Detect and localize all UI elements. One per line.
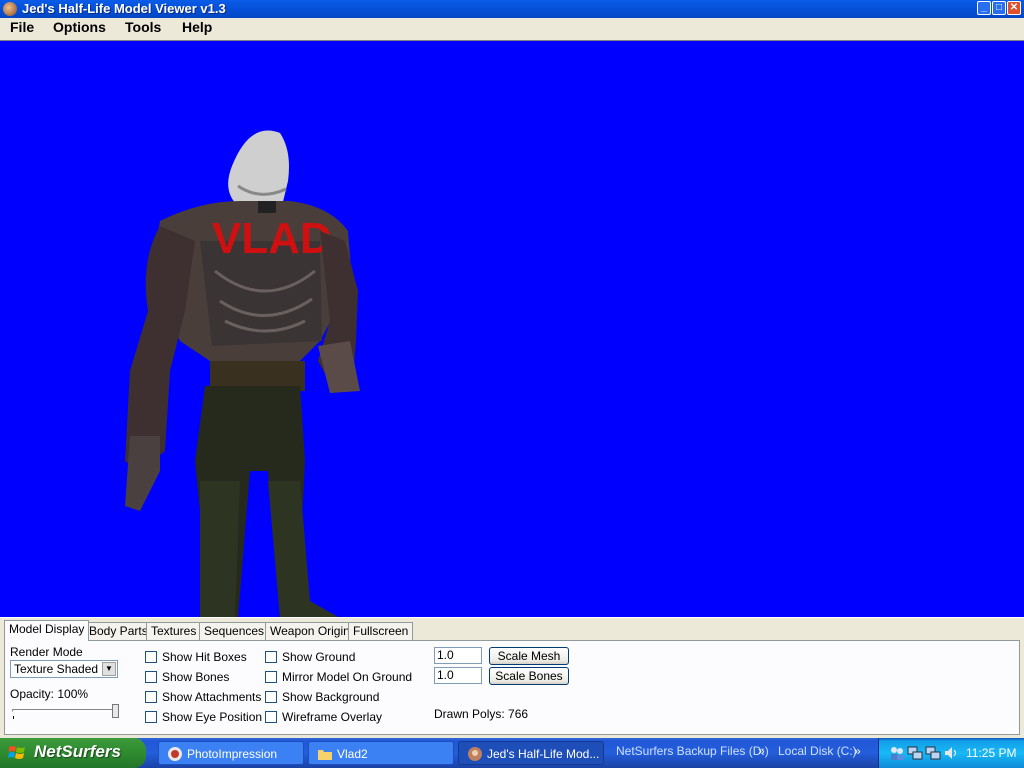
- menu-file[interactable]: File: [10, 19, 34, 35]
- title-bar[interactable]: Jed's Half-Life Model Viewer v1.3 _ □ ✕: [0, 0, 1024, 18]
- show-ground-checkbox[interactable]: [265, 651, 277, 663]
- show-bones-label: Show Bones: [162, 670, 230, 684]
- scale-mesh-button[interactable]: Scale Mesh: [489, 647, 569, 665]
- mirror-model-checkbox[interactable]: [265, 671, 277, 683]
- task-label: PhotoImpression: [187, 747, 278, 761]
- tab-sequences[interactable]: Sequences: [199, 622, 270, 640]
- menu-bar: File Options Tools Help: [0, 18, 1024, 38]
- window-title: Jed's Half-Life Model Viewer v1.3: [22, 1, 226, 16]
- show-hit-boxes-checkbox[interactable]: [145, 651, 157, 663]
- chevron-right-icon[interactable]: »: [758, 744, 765, 758]
- show-attachments-label: Show Attachments: [162, 690, 262, 704]
- tab-body-parts[interactable]: Body Parts: [84, 622, 153, 640]
- tab-textures[interactable]: Textures: [146, 622, 202, 640]
- taskbar-item-photoimpression[interactable]: PhotoImpression: [158, 741, 304, 765]
- app-icon[interactable]: [3, 2, 17, 16]
- render-mode-select[interactable]: Texture Shaded ▼: [10, 660, 118, 678]
- show-hit-boxes-label: Show Hit Boxes: [162, 650, 247, 664]
- wireframe-overlay-label: Wireframe Overlay: [282, 710, 383, 724]
- taskbar-item-vlad2[interactable]: Vlad2: [308, 741, 454, 765]
- windows-logo-icon: [8, 746, 25, 759]
- toolbar-local-disk[interactable]: Local Disk (C:): [778, 744, 857, 758]
- character-model: VLAD: [125, 130, 360, 618]
- render-mode-value: Texture Shaded: [14, 662, 99, 676]
- slider-tick: [13, 716, 14, 719]
- network-icon[interactable]: [907, 745, 923, 761]
- taskbar: NetSurfers PhotoImpression Vlad2 Jed's H…: [0, 738, 1024, 768]
- system-tray: 11:25 PM: [878, 738, 1024, 768]
- toolbar-backup-drive[interactable]: NetSurfers Backup Files (D:): [616, 744, 769, 758]
- users-icon[interactable]: [889, 745, 905, 761]
- folder-icon: [318, 750, 332, 760]
- volume-icon[interactable]: [943, 745, 959, 761]
- close-button[interactable]: ✕: [1007, 1, 1021, 15]
- scale-bones-input[interactable]: 1.0: [434, 667, 482, 684]
- photoimpression-icon: [168, 747, 182, 761]
- show-background-checkbox[interactable]: [265, 691, 277, 703]
- opacity-slider-thumb[interactable]: [112, 704, 119, 718]
- wireframe-overlay-checkbox[interactable]: [265, 711, 277, 723]
- show-eye-position-checkbox[interactable]: [145, 711, 157, 723]
- model-viewport[interactable]: VLAD: [0, 40, 1024, 618]
- model-back-label: VLAD: [212, 214, 332, 263]
- model-viewer-icon: [468, 747, 482, 761]
- show-ground-label: Show Ground: [282, 650, 356, 664]
- tab-model-display[interactable]: Model Display: [4, 620, 90, 641]
- task-label: Jed's Half-Life Mod...: [487, 747, 600, 761]
- network-icon[interactable]: [925, 745, 941, 761]
- tab-weapon-origin[interactable]: Weapon Origin: [265, 622, 355, 640]
- maximize-button[interactable]: □: [992, 1, 1006, 15]
- taskbar-item-model-viewer[interactable]: Jed's Half-Life Mod...: [458, 741, 604, 765]
- mirror-model-label: Mirror Model On Ground: [282, 670, 413, 684]
- scale-mesh-input[interactable]: 1.0: [434, 647, 482, 664]
- scale-bones-button[interactable]: Scale Bones: [489, 667, 569, 685]
- render-mode-label: Render Mode: [10, 645, 83, 659]
- show-bones-checkbox[interactable]: [145, 671, 157, 683]
- chevron-down-icon[interactable]: ▼: [102, 662, 116, 676]
- opacity-label: Opacity: 100%: [10, 687, 89, 701]
- opacity-slider-track[interactable]: [12, 709, 116, 712]
- clock[interactable]: 11:25 PM: [966, 746, 1016, 760]
- start-button[interactable]: NetSurfers: [0, 738, 146, 768]
- show-eye-position-label: Show Eye Position: [162, 710, 263, 724]
- menu-tools[interactable]: Tools: [125, 19, 161, 35]
- start-label: NetSurfers: [34, 742, 121, 761]
- task-label: Vlad2: [337, 747, 368, 761]
- tab-fullscreen[interactable]: Fullscreen: [348, 622, 414, 640]
- menu-options[interactable]: Options: [53, 19, 106, 35]
- menu-help[interactable]: Help: [182, 19, 212, 35]
- show-attachments-checkbox[interactable]: [145, 691, 157, 703]
- minimize-button[interactable]: _: [977, 1, 991, 15]
- show-background-label: Show Background: [282, 690, 380, 704]
- drawn-polys-count: Drawn Polys: 766: [434, 707, 529, 721]
- chevron-right-icon[interactable]: »: [854, 744, 861, 758]
